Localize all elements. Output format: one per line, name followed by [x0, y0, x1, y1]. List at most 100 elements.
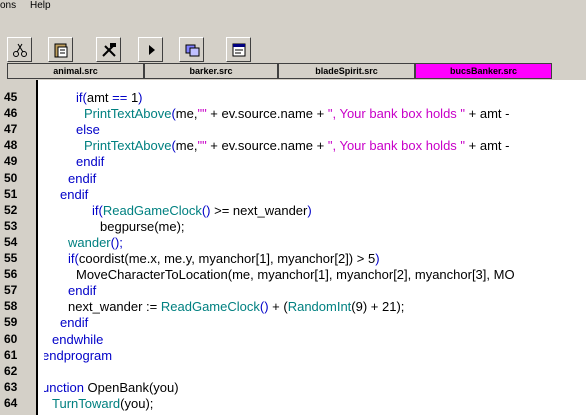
code-token: endif: [68, 170, 97, 186]
code-token: wander: [68, 234, 111, 250]
code-line[interactable]: else: [76, 122, 100, 137]
line-number: 61: [4, 347, 18, 362]
file-tabs: animal.src barker.src bladeSpirit.src bu…: [0, 62, 586, 80]
code-line[interactable]: PrintTextAbove(me,"" + ev.source.name + …: [84, 106, 509, 121]
code-token: ==: [112, 90, 128, 105]
code-token: coordist(me.x, me.y, myanchor[1], myanch…: [78, 251, 376, 266]
code-token: + amt -: [465, 138, 510, 154]
code-line[interactable]: endif: [60, 187, 88, 202]
menu-item-help[interactable]: Help: [30, 0, 51, 11]
code-token: next_wander :=: [68, 299, 161, 315]
tools-icon: [101, 42, 116, 57]
line-number: 58: [4, 299, 18, 314]
code-token: "": [197, 138, 207, 154]
code-line[interactable]: TurnToward(you);: [52, 396, 153, 411]
code-token: PrintTextAbove: [84, 106, 172, 122]
run-icon: [148, 44, 155, 55]
line-number: 49: [4, 154, 18, 169]
line-number: 62: [4, 363, 18, 378]
code-token: me,: [175, 106, 198, 122]
tab-bucsbanker[interactable]: bucsBanker.src: [415, 63, 552, 79]
paste-button[interactable]: [48, 37, 73, 62]
code-token: >= next_wander: [210, 202, 308, 218]
code-line[interactable]: endif: [68, 171, 96, 186]
line-number: 59: [4, 315, 18, 330]
code-line[interactable]: unction OpenBank(you): [44, 380, 179, 395]
properties-button[interactable]: [226, 37, 251, 62]
code-token: TurnToward: [52, 395, 121, 411]
code-token: me,: [175, 138, 198, 154]
code-token: ", Your bank box holds ": [327, 138, 466, 154]
line-number: 47: [4, 122, 18, 137]
code-token: if(: [68, 251, 79, 266]
code-token: endif: [76, 154, 105, 170]
tools-button[interactable]: [96, 37, 121, 62]
code-line[interactable]: if(coordist(me.x, me.y, myanchor[1], mya…: [68, 251, 380, 266]
code-line[interactable]: begpurse(me);: [100, 219, 185, 234]
line-number: 54: [4, 234, 18, 249]
code-token: else: [76, 122, 100, 138]
code-line[interactable]: endwhile: [52, 332, 103, 347]
run-button[interactable]: [138, 37, 163, 62]
tab-bladespirit[interactable]: bladeSpirit.src: [278, 63, 415, 79]
code-line[interactable]: endif: [76, 154, 104, 169]
code-token: (): [259, 299, 269, 315]
line-number: 56: [4, 267, 18, 282]
line-number: 46: [4, 106, 18, 121]
code-token: ): [138, 90, 143, 105]
code-token: + ev.source.name +: [206, 138, 328, 154]
line-number: 55: [4, 251, 18, 265]
line-number: 53: [4, 218, 18, 233]
menu-item-options[interactable]: ons: [0, 0, 16, 11]
code-token: ReadGameClock: [102, 202, 202, 218]
line-number: 50: [4, 170, 18, 185]
code-line[interactable]: PrintTextAbove(me,"" + ev.source.name + …: [84, 138, 509, 153]
code-line[interactable]: MoveCharacterToLocation(me, myanchor[1],…: [76, 267, 515, 282]
tab-barker[interactable]: barker.src: [144, 63, 278, 79]
code-token: PrintTextAbove: [84, 138, 172, 154]
code-line[interactable]: endif: [68, 283, 96, 298]
code-token: ();: [110, 234, 123, 250]
code-line[interactable]: endif: [60, 315, 88, 330]
line-number: 63: [4, 379, 18, 394]
code-line[interactable]: next_wander := ReadGameClock() + (Random…: [68, 299, 404, 314]
code-token: if(: [92, 202, 103, 218]
cut-button[interactable]: [7, 37, 32, 62]
code-token: OpenBank(you): [83, 379, 179, 395]
code-line[interactable]: if(ReadGameClock() >= next_wander): [92, 203, 312, 218]
clipboard-icon: [54, 43, 67, 57]
line-number: 48: [4, 138, 18, 153]
code-line[interactable]: if(amt == 1): [76, 90, 143, 105]
line-number: 60: [4, 331, 18, 346]
code-token: (): [201, 202, 211, 218]
code-token: (9) + 21);: [351, 299, 405, 315]
menu-bar: ons Help: [0, 0, 586, 12]
compile-button[interactable]: [179, 37, 204, 62]
code-token: + (: [268, 299, 288, 315]
line-number: 57: [4, 283, 18, 298]
code-token: "": [197, 106, 207, 122]
code-token: amt: [86, 90, 113, 105]
code-token: ): [375, 251, 380, 266]
code-line[interactable]: endprogram: [44, 348, 112, 363]
compile-icon: [185, 44, 199, 56]
code-token: ", Your bank box holds ": [327, 106, 466, 122]
line-number: 52: [4, 202, 18, 217]
code-token: ): [307, 202, 312, 218]
line-number: 45: [4, 90, 18, 104]
code-editor[interactable]: 45 46 47 48 49 50 51 52 53 54 55 56 57 58 59 60 61 62 63 64…: [0, 80, 586, 415]
line-number-gutter: 45 46 47 48 49 50 51 52 53 54 55 56 57 58 59 60 61 62 63 64: [0, 80, 38, 415]
line-number: 51: [4, 186, 18, 201]
code-token: endprogram: [44, 347, 113, 363]
code-token: + amt -: [465, 106, 510, 122]
code-area[interactable]: if(amt == 1) PrintTextAbove(me,"" + ev.so…: [44, 80, 586, 415]
scissors-icon: [12, 43, 27, 57]
line-number: 64: [4, 395, 18, 410]
code-token: RandomInt: [287, 299, 352, 315]
code-token: ReadGameClock: [160, 299, 260, 315]
code-token: endif: [60, 315, 89, 331]
tab-animal[interactable]: animal.src: [7, 63, 144, 79]
code-token: + ev.source.name +: [206, 106, 328, 122]
code-token: endwhile: [52, 331, 104, 347]
code-line[interactable]: wander();: [68, 235, 123, 250]
